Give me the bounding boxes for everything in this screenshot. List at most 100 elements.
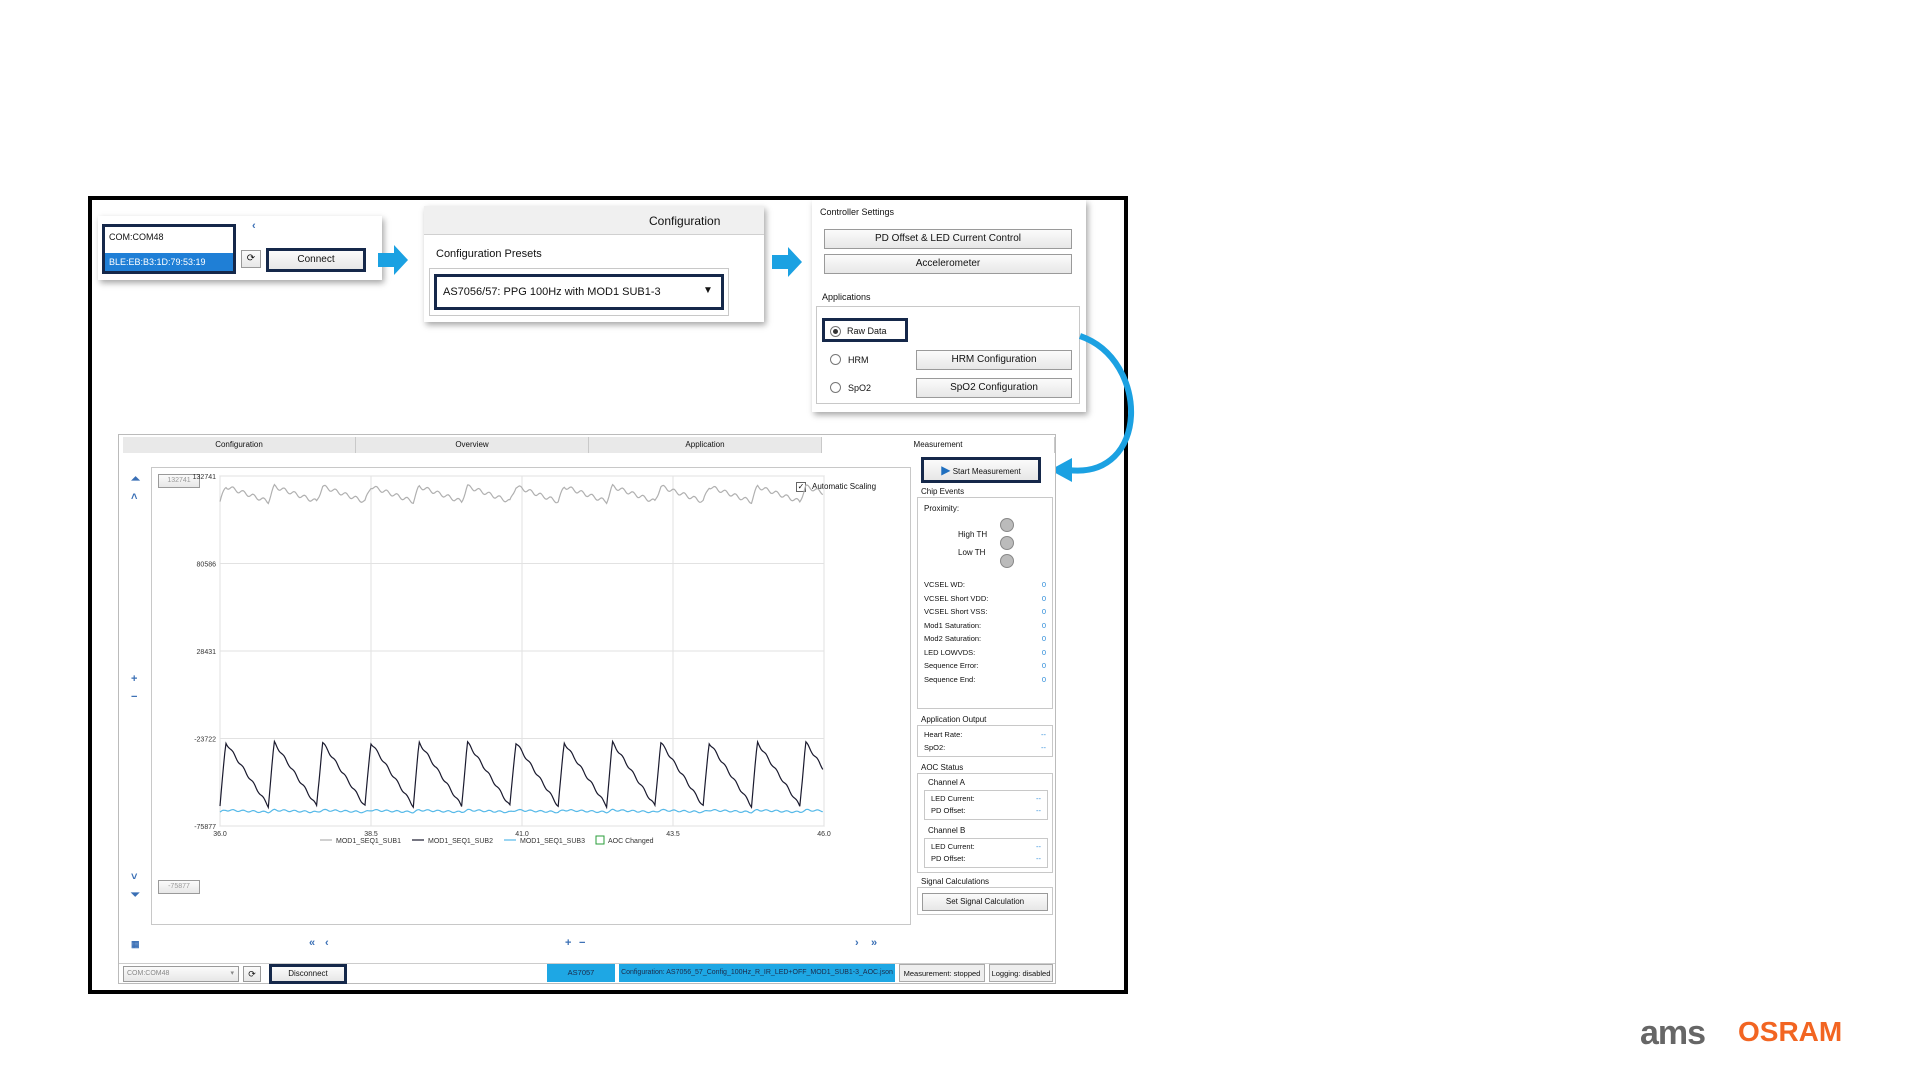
spo2-output-label: SpO2: — [924, 743, 946, 752]
scroll-up-icon[interactable]: ˄ — [131, 491, 137, 503]
chip-event-value: 0 — [1041, 661, 1046, 670]
x-zoom-in-icon[interactable]: + — [565, 937, 571, 949]
x-tick-label: 43.5 — [666, 831, 680, 838]
chip-event-label: Mod1 Saturation: — [924, 620, 982, 630]
x-tick-label: 36.0 — [213, 831, 227, 838]
legend-label: MOD1_SEQ1_SUB3 — [520, 838, 585, 845]
x-zoom-out-icon[interactable]: − — [579, 937, 585, 949]
chip-event-row: Sequence Error: 0 — [924, 661, 1046, 673]
proximity-mid-led-icon — [1000, 536, 1014, 550]
ppg-chart: 132741 80586 28431 -23722 -75877 36.0 38.5 41.… — [193, 474, 831, 845]
tab-application[interactable]: Application — [589, 437, 822, 453]
signal-calculations-group: Set Signal Calculation — [917, 887, 1053, 915]
legend-aoc-label: AOC Changed — [608, 838, 654, 845]
application-output-title: Application Output — [921, 715, 987, 724]
y-tick-label: -75877 — [194, 824, 216, 831]
pan-last-icon[interactable]: » — [871, 937, 877, 949]
channel-b-group: LED Current: -- PD Offset: -- — [924, 838, 1048, 868]
chip-event-value: 0 — [1041, 607, 1046, 616]
flow-arrow-1 — [378, 245, 408, 275]
chip-event-label: Sequence Error: — [924, 661, 979, 670]
channel-b-led-row: LED Current: -- — [931, 842, 1041, 854]
scroll-top-icon[interactable]: ⏶ — [131, 473, 140, 486]
port-item-ble[interactable]: BLE:EB:B3:1D:79:53:19 — [105, 253, 233, 271]
hrm-radio[interactable] — [830, 354, 841, 365]
accelerometer-button[interactable]: Accelerometer — [824, 254, 1072, 274]
chip-event-value: 0 — [1041, 634, 1046, 643]
fit-view-icon[interactable]: ▦ — [131, 939, 140, 950]
ams-logo-text: ams — [1640, 1014, 1706, 1052]
play-icon: ▶ — [941, 463, 951, 477]
pan-first-icon[interactable]: « — [309, 937, 315, 949]
channel-a-led-value: -- — [1036, 794, 1041, 803]
tab-measurement[interactable]: Measurement — [822, 437, 1055, 453]
spo2-label: SpO2 — [848, 383, 872, 393]
connect-button[interactable]: Connect — [266, 248, 366, 272]
spo2-row: SpO2: -- — [924, 743, 1046, 755]
raw-data-option[interactable]: Raw Data — [822, 318, 908, 342]
port-item-com[interactable]: COM:COM48 — [109, 232, 164, 242]
x-tick-label: 41.0 — [515, 831, 529, 838]
pan-right-icon[interactable]: › — [855, 937, 859, 949]
chip-event-label: LED LOWVDS: — [924, 647, 976, 657]
back-chevron-icon[interactable]: ‹ — [252, 220, 256, 232]
start-measurement-button[interactable]: ▶ Start Measurement — [921, 457, 1041, 483]
channel-a-group: LED Current: -- PD Offset: -- — [924, 790, 1048, 820]
proximity-label: Proximity: — [924, 504, 960, 513]
chip-event-row: Mod1 Saturation: 0 — [924, 621, 1046, 633]
raw-data-radio[interactable] — [830, 326, 841, 337]
chip-event-value: 0 — [1041, 620, 1046, 630]
aoc-status-group: Channel A LED Current: -- PD Offset: -- Ch… — [917, 773, 1053, 873]
chip-event-label: VCSEL Short VSS: — [924, 607, 988, 616]
chip-event-row: VCSEL WD: 0 — [924, 580, 1046, 592]
device-status: AS7057 — [547, 964, 615, 982]
applications-title: Applications — [822, 292, 871, 302]
spo2-radio[interactable] — [830, 382, 841, 393]
signal-calculations-title: Signal Calculations — [921, 877, 990, 886]
chip-events-title: Chip Events — [921, 487, 965, 496]
tab-configuration[interactable]: Configuration — [123, 437, 356, 453]
tab-overview[interactable]: Overview — [356, 437, 589, 453]
pd-offset-button[interactable]: PD Offset & LED Current Control — [824, 229, 1072, 249]
measurement-status: Measurement: stopped — [899, 964, 985, 982]
preset-select[interactable]: AS7056/57: PPG 100Hz with MOD1 SUB1-3 ▼ — [434, 274, 724, 310]
port-select[interactable]: COM:COM48 ▾ — [123, 966, 239, 982]
flow-arrow-2 — [772, 247, 802, 277]
chip-event-row: LED LOWVDS: 0 — [924, 648, 1046, 660]
chip-event-label: VCSEL WD: — [924, 580, 965, 589]
y-tick-label: 80586 — [197, 562, 217, 569]
x-tick-label: 46.0 — [817, 831, 831, 838]
pan-left-icon[interactable]: ‹ — [325, 937, 329, 949]
heart-rate-value: -- — [1041, 730, 1046, 739]
high-th-label: High TH — [958, 530, 988, 539]
scroll-down-icon[interactable]: ˅ — [131, 871, 137, 883]
port-list[interactable]: COM:COM48 BLE:EB:B3:1D:79:53:19 — [102, 224, 236, 274]
series-line — [219, 808, 823, 814]
legend-aoc-swatch — [595, 835, 605, 845]
scroll-bottom-icon[interactable]: ⏷ — [131, 889, 140, 902]
presets-label: Configuration Presets — [436, 248, 542, 260]
preset-value: AS7056/57: PPG 100Hz with MOD1 SUB1-3 — [443, 286, 661, 298]
chip-event-row: VCSEL Short VSS: 0 — [924, 607, 1046, 619]
set-signal-calculation-button[interactable]: Set Signal Calculation — [922, 893, 1048, 911]
channel-b-pd-row: PD Offset: -- — [931, 854, 1041, 866]
chip-event-value: 0 — [1041, 647, 1046, 657]
chip-event-row: Sequence End: 0 — [924, 675, 1046, 687]
zoom-out-icon[interactable]: − — [131, 691, 137, 703]
connection-panel: ‹ COM:COM48 BLE:EB:B3:1D:79:53:19 ⟳ Conn… — [98, 216, 382, 280]
right-panel: ▶ Start Measurement Chip Events Proximit… — [917, 453, 1055, 925]
spo2-value: -- — [1041, 743, 1046, 752]
low-th-label: Low TH — [958, 548, 986, 557]
chip-event-value: 0 — [1041, 580, 1046, 589]
port-select-chevron-icon: ▾ — [230, 970, 234, 977]
zoom-in-icon[interactable]: + — [131, 673, 137, 685]
legend-label: MOD1_SEQ1_SUB1 — [336, 838, 401, 845]
y-tick-label: 28431 — [197, 649, 217, 656]
status-refresh-button[interactable]: ⟳ — [243, 966, 261, 982]
application-output-group: Heart Rate: -- SpO2: -- — [917, 725, 1053, 757]
disconnect-button[interactable]: Disconnect — [269, 964, 347, 984]
refresh-button[interactable]: ⟳ — [241, 250, 261, 268]
start-measurement-label: Start Measurement — [952, 467, 1021, 476]
aoc-status-title: AOC Status — [921, 763, 964, 772]
chart-panel: 132741 -75877 ✓ Automatic Scaling 132741… — [151, 467, 911, 925]
